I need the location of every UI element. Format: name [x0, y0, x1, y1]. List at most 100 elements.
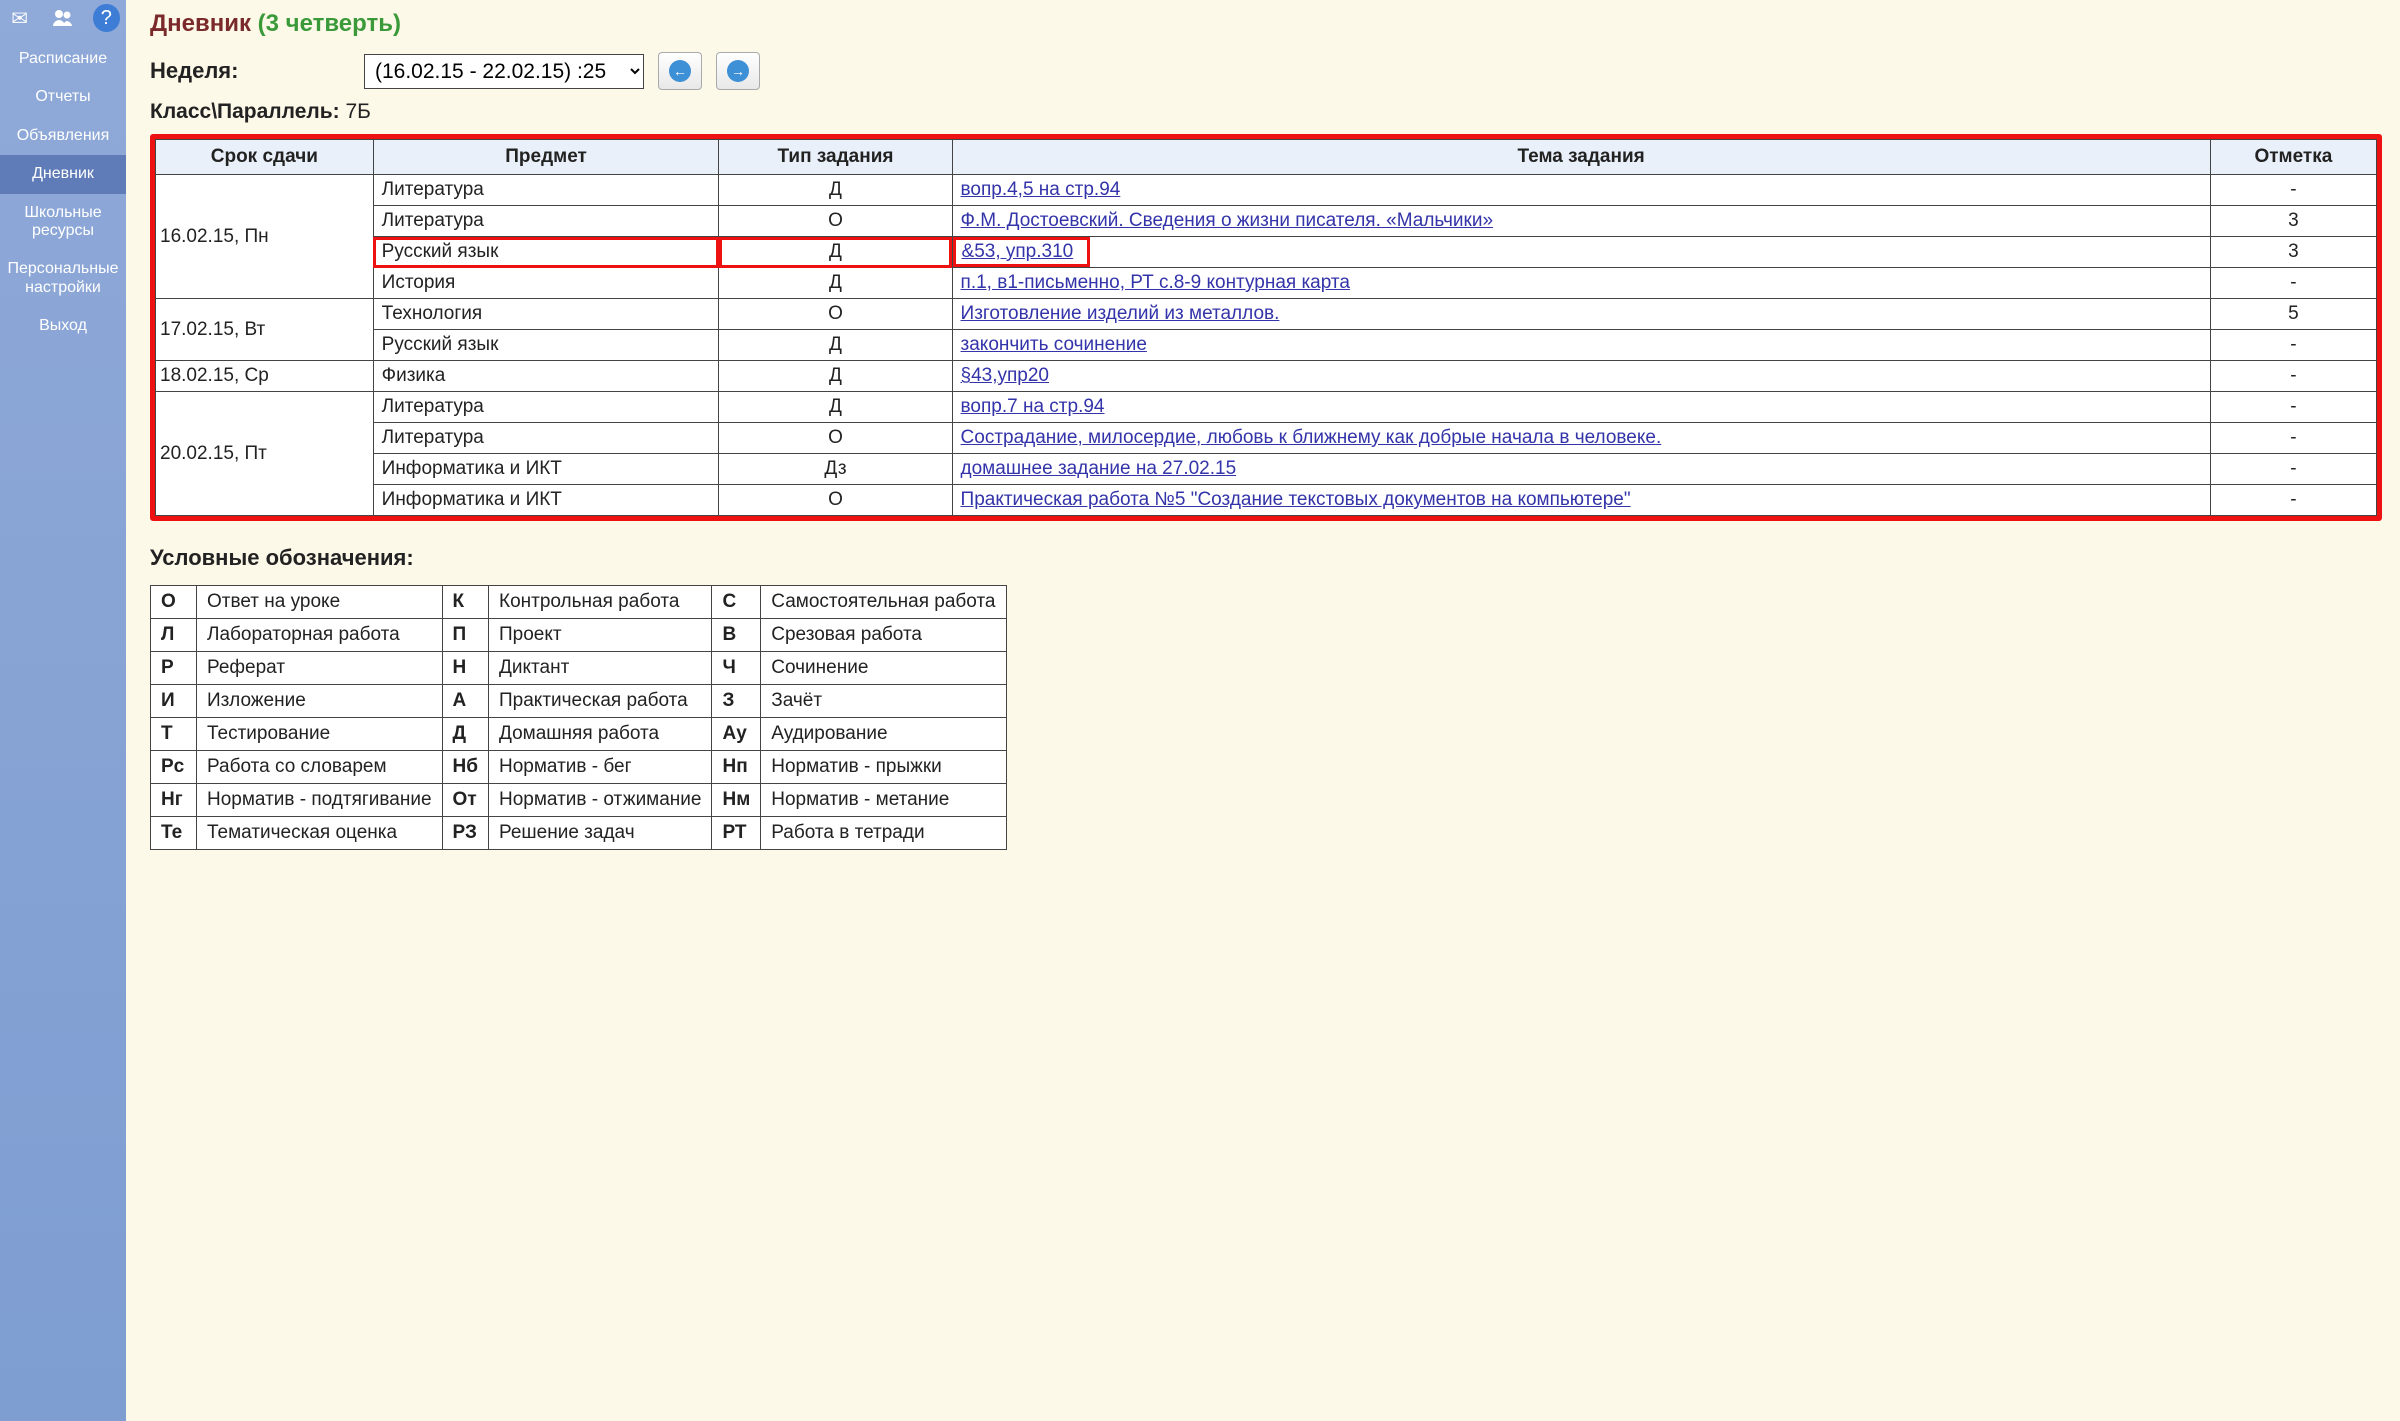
mark-cell: -	[2210, 330, 2376, 361]
topic-cell: §43,упр20	[952, 361, 2210, 392]
legend-code: Рс	[151, 751, 197, 784]
topic-cell: вопр.7 на стр.94	[952, 392, 2210, 423]
sidebar-item-5[interactable]: Персональные настройки	[0, 250, 126, 307]
type-cell: Д	[719, 268, 952, 299]
users-icon[interactable]	[49, 4, 76, 32]
sidebar-item-3[interactable]: Дневник	[0, 155, 126, 193]
legend-code: В	[712, 619, 761, 652]
envelope-icon[interactable]: ✉	[6, 4, 33, 32]
diary-column-header: Тема задания	[952, 140, 2210, 175]
legend-label: Тестирование	[197, 718, 443, 751]
page-title-text: Дневник	[150, 10, 251, 37]
arrow-right-icon: →	[727, 60, 749, 82]
sidebar-item-2[interactable]: Объявления	[0, 117, 126, 155]
subject-cell: Информатика и ИКТ	[373, 454, 719, 485]
topic-cell: Сострадание, милосердие, любовь к ближне…	[952, 423, 2210, 454]
assignment-link[interactable]: закончить сочинение	[961, 334, 1147, 355]
diary-row: 18.02.15, СрФизикаД§43,упр20-	[156, 361, 2377, 392]
legend-code: А	[442, 685, 488, 718]
type-cell: О	[719, 299, 952, 330]
legend-code: РЗ	[442, 817, 488, 850]
diary-row: ЛитератураОСострадание, милосердие, любо…	[156, 423, 2377, 454]
assignment-link[interactable]: Ф.М. Достоевский. Сведения о жизни писат…	[961, 210, 1494, 231]
diary-column-header: Тип задания	[719, 140, 952, 175]
assignment-link[interactable]: §43,упр20	[961, 365, 1049, 386]
legend-label: Норматив - метание	[761, 784, 1006, 817]
subject-cell: Технология	[373, 299, 719, 330]
class-value: 7Б	[345, 100, 370, 123]
diary-column-header: Отметка	[2210, 140, 2376, 175]
topic-cell: вопр.4,5 на стр.94	[952, 175, 2210, 206]
legend-code: РТ	[712, 817, 761, 850]
legend-code: Т	[151, 718, 197, 751]
assignment-link[interactable]: п.1, в1-письменно, РТ с.8-9 контурная ка…	[961, 272, 1350, 293]
legend-label: Решение задач	[489, 817, 712, 850]
sidebar-item-1[interactable]: Отчеты	[0, 78, 126, 116]
legend-code: Нг	[151, 784, 197, 817]
legend-row: РсРабота со словаремНбНорматив - бегНпНо…	[151, 751, 1007, 784]
topic-cell: Изготовление изделий из металлов.	[952, 299, 2210, 330]
diary-row: Информатика и ИКТОПрактическая работа №5…	[156, 485, 2377, 516]
topic-cell: домашнее задание на 27.02.15	[952, 454, 2210, 485]
legend-label: Работа в тетради	[761, 817, 1006, 850]
assignment-link[interactable]: вопр.4,5 на стр.94	[961, 179, 1121, 200]
assignment-link[interactable]: Изготовление изделий из металлов.	[961, 303, 1280, 324]
class-label: Класс\Параллель:	[150, 100, 340, 123]
assignment-link[interactable]: вопр.7 на стр.94	[961, 396, 1105, 417]
legend-label: Домашняя работа	[489, 718, 712, 751]
legend-code: П	[442, 619, 488, 652]
legend-label: Норматив - прыжки	[761, 751, 1006, 784]
legend-label: Аудирование	[761, 718, 1006, 751]
topic-cell: п.1, в1-письменно, РТ с.8-9 контурная ка…	[952, 268, 2210, 299]
legend-label: Диктант	[489, 652, 712, 685]
legend-code: Ау	[712, 718, 761, 751]
diary-row: 16.02.15, ПнЛитератураДвопр.4,5 на стр.9…	[156, 175, 2377, 206]
legend-code: З	[712, 685, 761, 718]
mark-cell: 5	[2210, 299, 2376, 330]
week-prev-button[interactable]: ←	[658, 52, 702, 90]
legend-label: Зачёт	[761, 685, 1006, 718]
legend-code: Д	[442, 718, 488, 751]
help-icon[interactable]: ?	[93, 4, 120, 32]
diary-row: ИсторияДп.1, в1-письменно, РТ с.8-9 конт…	[156, 268, 2377, 299]
mark-cell: -	[2210, 392, 2376, 423]
type-cell: Д	[719, 237, 952, 268]
assignment-link[interactable]: Практическая работа №5 "Создание текстов…	[961, 489, 1631, 510]
week-selector-row: Неделя: (16.02.15 - 22.02.15) :25 ← →	[150, 52, 2382, 90]
arrow-left-icon: ←	[669, 60, 691, 82]
legend-label: Ответ на уроке	[197, 586, 443, 619]
assignment-link[interactable]: &53, упр.310	[962, 241, 1082, 263]
legend-title: Условные обозначения:	[150, 545, 2382, 571]
legend-label: Тематическая оценка	[197, 817, 443, 850]
legend-code: Р	[151, 652, 197, 685]
legend-row: ИИзложениеАПрактическая работаЗЗачёт	[151, 685, 1007, 718]
week-label: Неделя:	[150, 58, 350, 84]
legend-code: С	[712, 586, 761, 619]
legend-code: Ч	[712, 652, 761, 685]
legend-table: ООтвет на урокеККонтрольная работаССамос…	[150, 585, 1007, 850]
legend-label: Контрольная работа	[489, 586, 712, 619]
subject-cell: Литература	[373, 392, 719, 423]
mark-cell: -	[2210, 423, 2376, 454]
type-cell: Д	[719, 361, 952, 392]
legend-code: И	[151, 685, 197, 718]
mark-cell: -	[2210, 361, 2376, 392]
sidebar-item-4[interactable]: Школьные ресурсы	[0, 194, 126, 251]
assignment-link[interactable]: Сострадание, милосердие, любовь к ближне…	[961, 427, 1662, 448]
diary-row: Русский языкД&53, упр.3103	[156, 237, 2377, 268]
subject-cell: Литература	[373, 423, 719, 454]
legend-label: Норматив - отжимание	[489, 784, 712, 817]
type-cell: Д	[719, 330, 952, 361]
legend-label: Срезовая работа	[761, 619, 1006, 652]
legend-code: Нм	[712, 784, 761, 817]
due-date-cell: 17.02.15, Вт	[156, 299, 374, 361]
type-cell: Д	[719, 392, 952, 423]
top-icon-bar: ✉ ?	[0, 0, 126, 40]
mark-cell: -	[2210, 454, 2376, 485]
week-next-button[interactable]: →	[716, 52, 760, 90]
week-select[interactable]: (16.02.15 - 22.02.15) :25	[364, 54, 644, 89]
sidebar-item-6[interactable]: Выход	[0, 307, 126, 345]
assignment-link[interactable]: домашнее задание на 27.02.15	[961, 458, 1237, 479]
sidebar-item-0[interactable]: Расписание	[0, 40, 126, 78]
legend-row: ТТестированиеДДомашняя работаАуАудирован…	[151, 718, 1007, 751]
